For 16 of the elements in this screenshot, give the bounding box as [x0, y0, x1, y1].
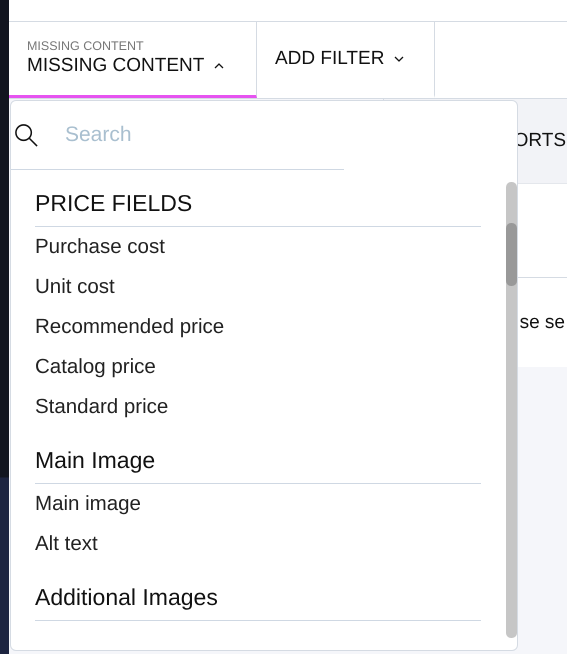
- caret-icon: [394, 56, 404, 62]
- group-heading: Additional Images: [35, 584, 481, 621]
- menu-item[interactable]: Recommended price: [35, 307, 481, 347]
- menu-item[interactable]: Purchase cost: [35, 227, 481, 267]
- group-heading: PRICE FIELDS: [35, 190, 481, 227]
- menu-item[interactable]: Standard price: [35, 387, 481, 427]
- search-icon: [14, 122, 39, 148]
- scrollbar[interactable]: [506, 182, 517, 638]
- row-text: se se: [520, 312, 565, 334]
- menu-item[interactable]: Main image: [35, 484, 481, 524]
- menu-item[interactable]: Catalog price: [35, 347, 481, 387]
- menu-item[interactable]: Unit cost: [35, 267, 481, 307]
- menu-item[interactable]: Alt text: [35, 524, 481, 564]
- filter-tab[interactable]: MISSING CONTENT MISSING CONTENT: [9, 22, 257, 98]
- caret-icon: [214, 63, 224, 69]
- group-heading: Main Image: [35, 447, 481, 484]
